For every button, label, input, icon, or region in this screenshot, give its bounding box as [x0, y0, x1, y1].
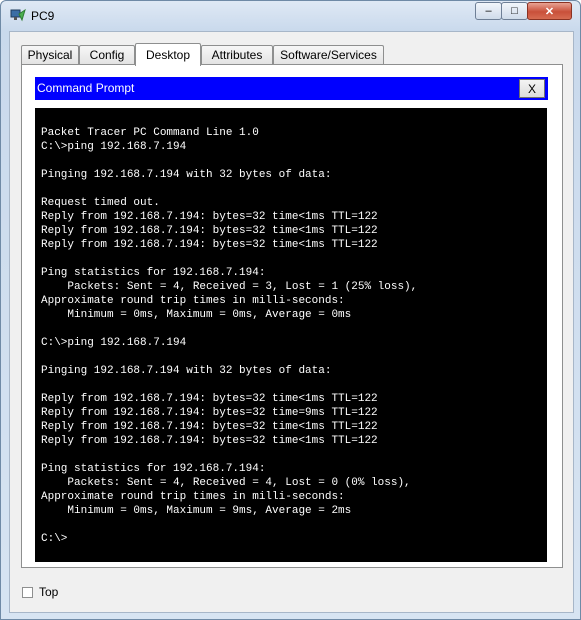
desktop-tab-panel: Command Prompt X Packet Tracer PC Comman…	[21, 64, 563, 568]
terminal-line: Ping statistics for 192.168.7.194:	[41, 463, 266, 475]
terminal-line: Packets: Sent = 4, Received = 3, Lost = …	[41, 281, 418, 293]
window-client-area: Physical Config Desktop Attributes Softw…	[9, 31, 574, 613]
minimize-button[interactable]: –	[475, 2, 502, 20]
terminal-line: C:\>ping 192.168.7.194	[41, 337, 187, 349]
tab-label: Software/Services	[280, 48, 377, 62]
terminal-line: Packet Tracer PC Command Line 1.0	[41, 127, 259, 139]
close-window-button[interactable]: ✕	[527, 2, 572, 20]
close-command-prompt-button[interactable]: X	[519, 79, 545, 98]
top-label: Top	[39, 585, 59, 599]
terminal-line: Minimum = 0ms, Maximum = 0ms, Average = …	[41, 309, 352, 321]
terminal-line: Pinging 192.168.7.194 with 32 bytes of d…	[41, 365, 332, 377]
terminal-line: Reply from 192.168.7.194: bytes=32 time<…	[41, 239, 378, 251]
terminal-line: Approximate round trip times in milli-se…	[41, 295, 345, 307]
top-checkbox[interactable]	[22, 586, 33, 598]
tab-config[interactable]: Config	[79, 45, 135, 64]
terminal-line: C:\>	[41, 533, 68, 545]
title-bar[interactable]: PC9 – □ ✕	[1, 1, 580, 31]
tab-label: Desktop	[145, 48, 191, 62]
packet-tracer-pc-icon	[10, 8, 26, 24]
top-option: Top	[22, 585, 58, 599]
terminal-line: Reply from 192.168.7.194: bytes=32 time=…	[41, 407, 378, 419]
terminal-line: Approximate round trip times in milli-se…	[41, 491, 345, 503]
tab-label: Attributes	[211, 48, 263, 62]
terminal-line: Reply from 192.168.7.194: bytes=32 time<…	[41, 211, 378, 223]
tab-attributes[interactable]: Attributes	[201, 45, 273, 64]
terminal-line: Reply from 192.168.7.194: bytes=32 time<…	[41, 421, 378, 433]
maximize-button[interactable]: □	[501, 2, 528, 20]
terminal-line: Request timed out.	[41, 197, 160, 209]
minimize-icon: –	[485, 4, 492, 17]
terminal-line: C:\>ping 192.168.7.194	[41, 141, 187, 153]
terminal-line: Reply from 192.168.7.194: bytes=32 time<…	[41, 225, 378, 237]
close-icon: ✕	[544, 5, 555, 18]
terminal-line: Reply from 192.168.7.194: bytes=32 time<…	[41, 393, 378, 405]
command-prompt-title: Command Prompt	[37, 81, 135, 95]
close-command-prompt-label: X	[527, 81, 536, 96]
tab-physical[interactable]: Physical	[21, 45, 79, 64]
window-title: PC9	[31, 9, 55, 23]
terminal-line: Packets: Sent = 4, Received = 4, Lost = …	[41, 477, 411, 489]
maximize-icon: □	[511, 4, 518, 17]
terminal-line: Reply from 192.168.7.194: bytes=32 time<…	[41, 435, 378, 447]
tab-software-services[interactable]: Software/Services	[273, 45, 384, 64]
terminal-line: Minimum = 0ms, Maximum = 9ms, Average = …	[41, 505, 352, 517]
tab-label: Physical	[27, 48, 73, 62]
terminal-line: Ping statistics for 192.168.7.194:	[41, 267, 266, 279]
app-window: PC9 – □ ✕ Physical Config Desktop Attrib…	[0, 0, 581, 620]
command-prompt-header: Command Prompt X	[35, 77, 548, 100]
command-prompt-terminal[interactable]: Packet Tracer PC Command Line 1.0 C:\>pin…	[35, 108, 547, 562]
tab-desktop[interactable]: Desktop	[135, 43, 201, 66]
terminal-line: Pinging 192.168.7.194 with 32 bytes of d…	[41, 169, 332, 181]
tab-label: Config	[89, 48, 125, 62]
